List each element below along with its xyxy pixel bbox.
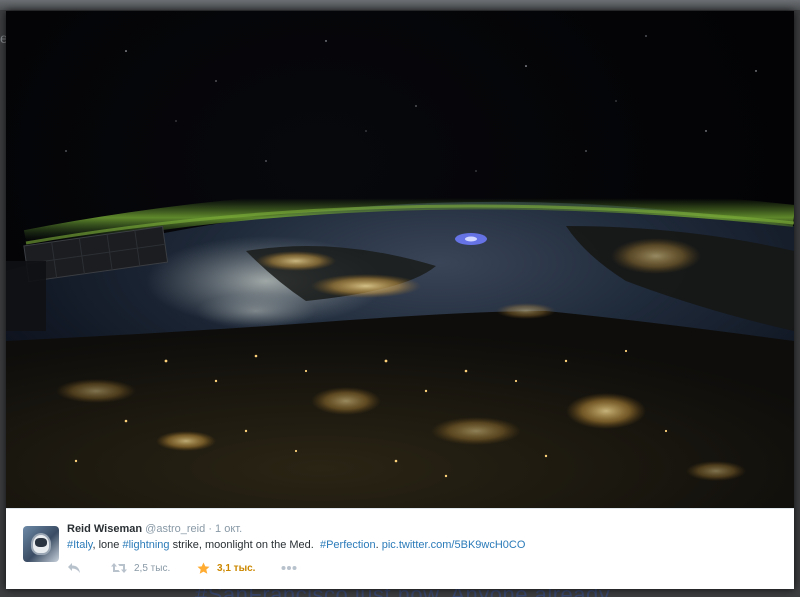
tweet-timestamp[interactable]: 1 окт. (215, 523, 242, 535)
background-page-header (0, 0, 800, 10)
tweet-actions: 2,5 тыс. 3,1 тыс. (67, 560, 367, 576)
tweet-card: Reid Wiseman @astro_reid · 1 окт. #Italy… (6, 508, 794, 589)
tweet-text-segment: , lone (92, 539, 123, 551)
helmet-visor (35, 538, 47, 547)
user-fullname[interactable]: Reid Wiseman (67, 523, 142, 535)
retweet-count: 2,5 тыс. (134, 562, 171, 574)
pic-link[interactable]: pic.twitter.com/5BK9wcH0CO (382, 539, 526, 551)
earth-photo-illustration (6, 35, 794, 508)
user-handle[interactable]: @astro_reid (145, 523, 205, 535)
media-lightbox: Reid Wiseman @astro_reid · 1 окт. #Italy… (6, 11, 794, 589)
reply-arrow-icon (68, 563, 80, 573)
favorite-count: 3,1 тыс. (217, 562, 256, 574)
tweet-header: Reid Wiseman @astro_reid · 1 окт. (67, 523, 242, 535)
header-separator: · (208, 523, 212, 535)
reply-button[interactable] (67, 560, 81, 576)
retweet-button[interactable]: 2,5 тыс. (111, 560, 170, 576)
hashtag-italy[interactable]: #Italy (67, 539, 92, 551)
hashtag-lightning[interactable]: #lightning (122, 539, 169, 551)
earth-at-night-photo[interactable] (6, 11, 794, 508)
user-avatar[interactable] (23, 526, 59, 562)
hashtag-perfection[interactable]: #Perfection (320, 539, 376, 551)
tweet-text: #Italy, lone #lightning strike, moonligh… (67, 539, 525, 551)
star-icon (197, 562, 210, 574)
favorite-button[interactable]: 3,1 тыс. (197, 560, 255, 576)
ellipsis-icon (281, 566, 297, 570)
more-actions-button[interactable] (281, 560, 297, 576)
retweet-icon (111, 563, 127, 573)
tweet-text-segment: strike, moonlight on the Med. (169, 539, 320, 551)
